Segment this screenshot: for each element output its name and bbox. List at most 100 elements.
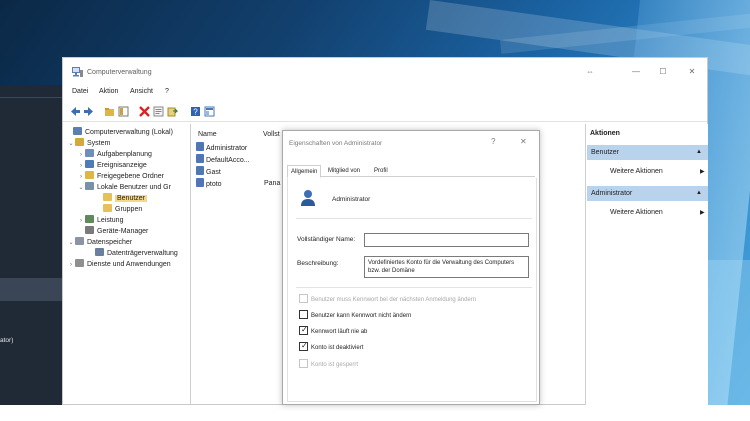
- user-row[interactable]: Gast: [196, 166, 221, 178]
- checkbox-box[interactable]: ✓: [299, 341, 308, 351]
- user-row[interactable]: ptoto: [196, 178, 222, 190]
- tree-item-label: Lokale Benutzer und Gr: [97, 184, 171, 191]
- tree-item[interactable]: Datenträgerverwaltung: [87, 248, 178, 259]
- maximize-button[interactable]: ☐: [653, 65, 673, 79]
- option-checkbox[interactable]: ✓ Konto ist deaktiviert: [299, 341, 364, 353]
- tab-member-of[interactable]: Mitglied von: [325, 165, 363, 177]
- expand-arrow-icon[interactable]: ⌄: [67, 238, 75, 249]
- tree-item-label: Freigegebene Ordner: [97, 173, 164, 180]
- tree-item[interactable]: › Ereignisanzeige: [77, 160, 147, 171]
- forward-arrow-icon[interactable]: [83, 106, 94, 117]
- user-icon: [301, 190, 315, 206]
- help-icon[interactable]: ?: [190, 106, 201, 117]
- tree-item-label: Aufgabenplanung: [97, 151, 152, 158]
- panel-divider: [0, 97, 62, 98]
- tree-item[interactable]: Computerverwaltung (Lokal): [65, 127, 173, 138]
- more-actions-item[interactable]: Weitere Aktionen ▶: [610, 207, 705, 219]
- actions-section-administrator[interactable]: Administrator ▲: [587, 186, 708, 201]
- submenu-arrow-icon: ▶: [700, 169, 705, 175]
- delete-icon[interactable]: [139, 106, 150, 117]
- user-row[interactable]: DefaultAcco...: [196, 154, 250, 166]
- column-header-name[interactable]: Name: [198, 131, 217, 138]
- submenu-arrow-icon: ▶: [700, 210, 705, 216]
- export-list-icon[interactable]: [167, 106, 178, 117]
- checkbox-box[interactable]: ✓: [299, 325, 308, 335]
- tree-item[interactable]: › Freigegebene Ordner: [77, 171, 164, 182]
- expand-arrow-icon[interactable]: ›: [67, 260, 75, 271]
- background-text-fragment: ator): [0, 337, 14, 344]
- user-account-icon: [196, 142, 204, 151]
- services-applications-icon: [75, 259, 84, 267]
- option-checkbox: Benutzer muss Kennwort bei der nächsten …: [299, 294, 476, 305]
- computer-management-icon: [72, 67, 83, 77]
- fullname-label: Vollständiger Name:: [297, 236, 356, 243]
- fullname-input[interactable]: [364, 233, 529, 247]
- checkbox-box[interactable]: [299, 310, 308, 319]
- up-folder-icon[interactable]: [104, 106, 115, 117]
- tree-item[interactable]: Benutzer: [95, 193, 148, 204]
- close-button[interactable]: ✕: [682, 65, 702, 79]
- collapse-arrow-icon[interactable]: ▲: [696, 186, 702, 201]
- actions-pane: Aktionen Benutzer ▲ Weitere Aktionen ▶ A…: [585, 124, 708, 405]
- computer-management-icon: [73, 127, 82, 135]
- tree-item[interactable]: Gruppen: [95, 204, 142, 215]
- tree-item-label: Dienste und Anwendungen: [87, 261, 171, 268]
- checkbox-label: Benutzer kann Kennwort nicht ändern: [311, 313, 412, 319]
- section-label: Administrator: [591, 190, 633, 197]
- tree-item-label: Geräte-Manager: [97, 228, 149, 235]
- tree-item-label: System: [87, 140, 111, 147]
- actions-title: Aktionen: [590, 130, 620, 137]
- tree-item[interactable]: ⌄ Lokale Benutzer und Gr: [77, 182, 171, 193]
- tree-item-label: Datenträgerverwaltung: [107, 250, 178, 257]
- check-mark-icon: ✓: [301, 325, 308, 334]
- minimize-button[interactable]: —: [626, 65, 646, 79]
- tab-general[interactable]: Allgemein: [287, 165, 322, 178]
- option-checkbox[interactable]: ✓ Kennwort läuft nie ab: [299, 325, 367, 337]
- column-header-fullname[interactable]: Vollst: [263, 131, 280, 138]
- back-arrow-icon[interactable]: [70, 106, 81, 117]
- mmc-icon[interactable]: [204, 106, 215, 117]
- option-checkbox[interactable]: Benutzer kann Kennwort nicht ändern: [299, 310, 411, 321]
- tree-item[interactable]: Geräte-Manager: [77, 226, 148, 237]
- user-name-cell: ptoto: [206, 181, 222, 188]
- title-bar[interactable]: Computerverwaltung ⇔ — ☐ ✕: [63, 58, 707, 84]
- disk-management-icon: [95, 248, 104, 256]
- separator: [296, 287, 532, 288]
- actions-section-users[interactable]: Benutzer ▲: [587, 145, 708, 160]
- tree-item[interactable]: ⌄ Datenspeicher: [67, 237, 132, 248]
- tree-item-label: Computerverwaltung (Lokal): [85, 129, 173, 136]
- user-name-cell: Administrator: [206, 145, 248, 152]
- description-input[interactable]: Vordefiniertes Konto für die Verwaltung …: [364, 256, 529, 278]
- shared-folders-icon: [85, 171, 94, 179]
- checkbox-label: Konto ist deaktiviert: [311, 345, 364, 351]
- menu-view[interactable]: Ansicht: [130, 88, 153, 95]
- checkbox-label: Benutzer muss Kennwort bei der nächsten …: [311, 297, 477, 303]
- menu-file[interactable]: Datei: [72, 88, 88, 95]
- expand-arrow-icon[interactable]: ⌄: [67, 139, 75, 150]
- tree-item[interactable]: › Leistung: [77, 215, 123, 226]
- description-label: Beschreibung:: [297, 260, 339, 267]
- user-account-icon: [196, 166, 204, 175]
- more-actions-item[interactable]: Weitere Aktionen ▶: [610, 166, 705, 178]
- local-users-groups-icon: [85, 182, 94, 190]
- properties-icon[interactable]: [153, 106, 164, 117]
- tree-item[interactable]: › Aufgabenplanung: [77, 149, 152, 160]
- navigation-tree: Computerverwaltung (Lokal) ⌄ System › Aufgab…: [63, 124, 191, 405]
- user-row[interactable]: Administrator: [196, 142, 247, 154]
- tree-item[interactable]: ⌄ System: [67, 138, 110, 149]
- option-checkbox: Konto ist gesperrt: [299, 359, 358, 370]
- collapse-arrow-icon[interactable]: ▲: [696, 145, 702, 160]
- expand-arrow-icon[interactable]: ⌄: [77, 183, 85, 194]
- tree-item-label: Benutzer: [115, 195, 148, 202]
- pin-icon[interactable]: ⇔: [580, 65, 600, 79]
- menu-action[interactable]: Aktion: [99, 88, 118, 95]
- dialog-close-button[interactable]: ✕: [520, 137, 527, 146]
- show-hide-tree-icon[interactable]: [118, 106, 129, 117]
- menu-help[interactable]: ?: [165, 88, 169, 95]
- tree-item[interactable]: › Dienste und Anwendungen: [67, 259, 171, 270]
- tab-profile[interactable]: Profil: [371, 165, 391, 177]
- user-account-icon: [196, 154, 204, 163]
- tree-item-label: Datenspeicher: [87, 239, 133, 246]
- users-folder-icon: [103, 193, 112, 201]
- help-button[interactable]: ?: [491, 137, 495, 146]
